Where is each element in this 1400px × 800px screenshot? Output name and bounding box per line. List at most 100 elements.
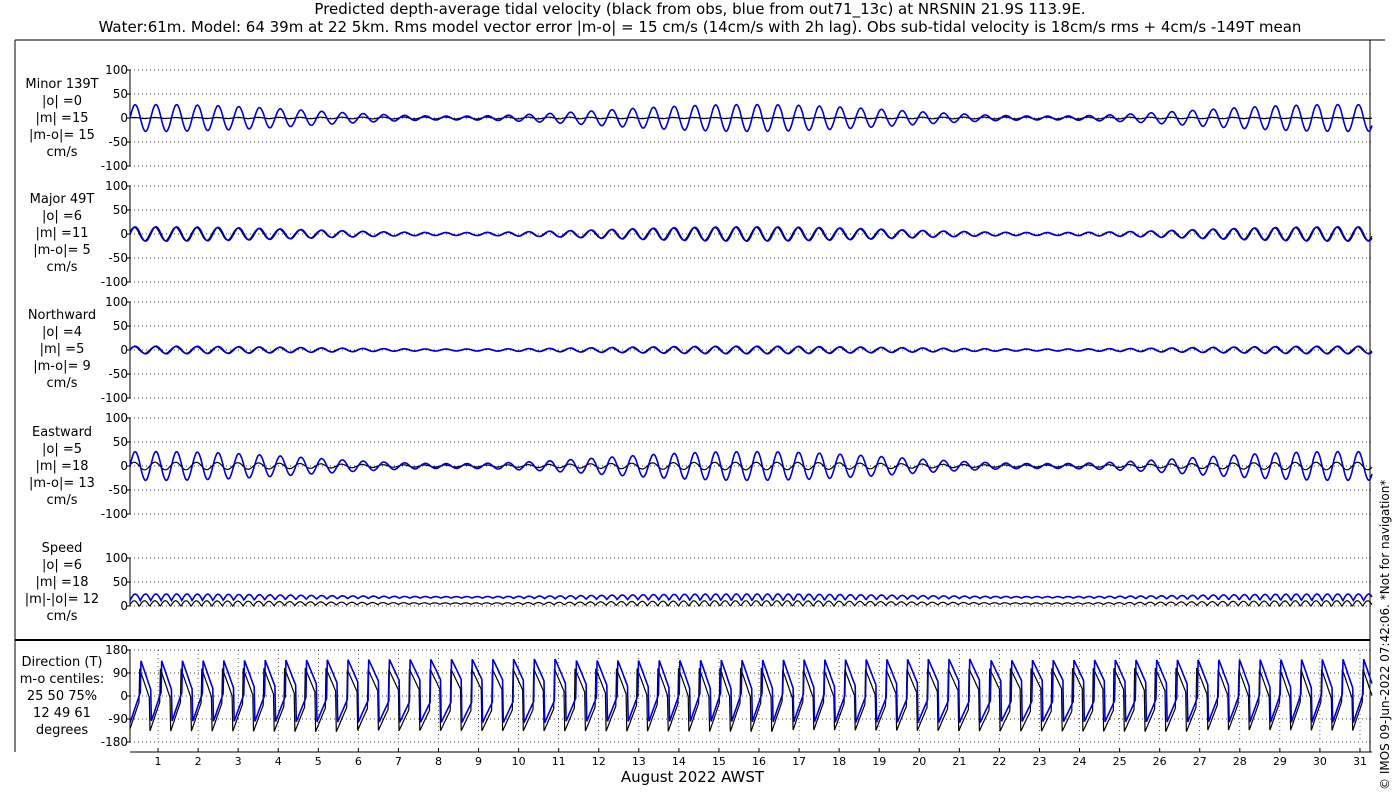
panel-major: 100 50 0 -50 -100 Major 49T |o| =6 |m| =11 |m-o|… bbox=[30, 179, 1373, 289]
xtick-label-22: 23 bbox=[1032, 755, 1046, 768]
xtick-label-1: 2 bbox=[195, 755, 202, 768]
ytick-label-major-1: 50 bbox=[113, 203, 128, 217]
panel-direction: 180 90 0 -90 -180 Direction (T) m-o centiles: 2… bbox=[20, 643, 1373, 749]
panel-label-direction-4: degrees bbox=[36, 723, 89, 738]
ytick-label-major-2: 0 bbox=[120, 227, 128, 241]
ytick-label-minor-0: 100 bbox=[105, 63, 128, 77]
ytick-label-major-4: -100 bbox=[101, 275, 128, 289]
panel-label-northward-4: cm/s bbox=[47, 376, 78, 391]
copyright-note: © IMOS 09-Jun-2022 07:42:06. *Not for na… bbox=[1378, 479, 1392, 790]
ytick-label-minor-1: 50 bbox=[113, 87, 128, 101]
xtick-label-19: 20 bbox=[912, 755, 926, 768]
ytick-label-northward-2: 0 bbox=[120, 343, 128, 357]
xtick-label-0: 1 bbox=[155, 755, 162, 768]
panel-label-speed-3: |m|-|o|= 12 bbox=[25, 592, 99, 607]
xtick-label-24: 25 bbox=[1113, 755, 1127, 768]
panel-label-eastward-3: |m-o|= 13 bbox=[29, 476, 95, 491]
xtick-label-13: 14 bbox=[672, 755, 686, 768]
ytick-label-direction-4: -180 bbox=[101, 735, 128, 749]
xtick-label-8: 9 bbox=[475, 755, 482, 768]
xtick-label-11: 12 bbox=[592, 755, 606, 768]
xtick-label-18: 19 bbox=[872, 755, 886, 768]
ytick-label-minor-4: -100 bbox=[101, 159, 128, 173]
xtick-label-16: 17 bbox=[792, 755, 806, 768]
ytick-label-northward-3: -50 bbox=[108, 367, 128, 381]
panel-label-eastward-2: |m| =18 bbox=[36, 459, 89, 474]
ytick-label-direction-0: 180 bbox=[105, 643, 128, 657]
ytick-label-northward-1: 50 bbox=[113, 319, 128, 333]
ytick-label-direction-2: 0 bbox=[120, 689, 128, 703]
xtick-label-23: 24 bbox=[1073, 755, 1087, 768]
xtick-label-6: 7 bbox=[395, 755, 402, 768]
ytick-label-eastward-3: -50 bbox=[108, 483, 128, 497]
ytick-label-northward-4: -100 bbox=[101, 391, 128, 405]
panel-label-minor-3: |m-o|= 15 bbox=[29, 128, 95, 143]
ytick-label-minor-2: 0 bbox=[120, 111, 128, 125]
panel-label-major-4: cm/s bbox=[47, 260, 78, 275]
panel-label-speed-2: |m| =18 bbox=[36, 575, 89, 590]
panel-label-speed-0: Speed bbox=[42, 541, 83, 556]
ytick-label-eastward-0: 100 bbox=[105, 411, 128, 425]
x-axis: 1 2 3 4 5 6 7 8 9 10 11 12 13 14 15 16 17 18 19 20 21 22 23 24 2… bbox=[130, 748, 1372, 768]
xtick-label-17: 18 bbox=[832, 755, 846, 768]
panel-label-major-2: |m| =11 bbox=[36, 226, 89, 241]
xtick-label-10: 11 bbox=[552, 755, 566, 768]
panel-label-direction-2: 25 50 75% bbox=[27, 689, 97, 704]
panel-northward: 100 50 0 -50 -100 Northward |o| =4 |m| =5 |m-o|=… bbox=[28, 295, 1373, 405]
panel-label-northward-0: Northward bbox=[28, 308, 96, 323]
panel-eastward: 100 50 0 -50 -100 Eastward |o| =5 |m| =18 |m-o|=… bbox=[29, 411, 1373, 521]
panel-label-major-3: |m-o|= 5 bbox=[33, 243, 91, 258]
ytick-label-speed-2: 0 bbox=[120, 599, 128, 613]
x-axis-label: August 2022 AWST bbox=[620, 768, 765, 786]
ytick-label-northward-0: 100 bbox=[105, 295, 128, 309]
xtick-label-7: 8 bbox=[435, 755, 442, 768]
panel-label-minor-1: |o| =0 bbox=[42, 94, 82, 109]
xtick-label-29: 30 bbox=[1313, 755, 1327, 768]
ytick-label-major-0: 100 bbox=[105, 179, 128, 193]
xtick-label-4: 5 bbox=[315, 755, 322, 768]
panel-label-eastward-1: |o| =5 bbox=[42, 442, 82, 457]
panel-label-direction-0: Direction (T) bbox=[22, 655, 103, 670]
ytick-label-direction-3: -90 bbox=[108, 712, 128, 726]
xtick-label-15: 16 bbox=[752, 755, 766, 768]
ytick-label-major-3: -50 bbox=[108, 251, 128, 265]
panel-label-major-1: |o| =6 bbox=[42, 209, 82, 224]
series-speed-model bbox=[129, 593, 1373, 603]
xtick-label-21: 22 bbox=[992, 755, 1006, 768]
xtick-label-2: 3 bbox=[235, 755, 242, 768]
xtick-label-25: 26 bbox=[1153, 755, 1167, 768]
xtick-label-28: 29 bbox=[1273, 755, 1287, 768]
ytick-label-direction-1: 90 bbox=[113, 666, 128, 680]
ytick-label-speed-1: 50 bbox=[113, 575, 128, 589]
panel-label-direction-3: 12 49 61 bbox=[33, 706, 91, 721]
xtick-label-9: 10 bbox=[512, 755, 526, 768]
panel-label-major-0: Major 49T bbox=[30, 192, 95, 207]
panel-label-speed-4: cm/s bbox=[47, 609, 78, 624]
panel-label-minor-4: cm/s bbox=[47, 145, 78, 160]
tidal-velocity-figure: 100500-50-100Minor 139T|o| =0|m| =15|m-o… bbox=[14, 39, 1385, 768]
panel-label-minor-0: Minor 139T bbox=[25, 77, 98, 92]
series-speed-obs bbox=[129, 600, 1373, 608]
ytick-label-eastward-4: -100 bbox=[101, 507, 128, 521]
ytick-label-eastward-1: 50 bbox=[113, 435, 128, 449]
ytick-label-minor-3: -50 bbox=[108, 135, 128, 149]
panel-label-minor-2: |m| =15 bbox=[36, 111, 89, 126]
panel-label-eastward-0: Eastward bbox=[32, 425, 92, 440]
panel-label-direction-1: m-o centiles: bbox=[20, 672, 105, 687]
panel-label-eastward-4: cm/s bbox=[47, 493, 78, 508]
xtick-label-26: 27 bbox=[1193, 755, 1207, 768]
panel-label-speed-1: |o| =6 bbox=[42, 558, 82, 573]
panel-speed: 100 50 0 Speed |o| =6 |m| =18 |m|-|o|= 12 cm/s bbox=[25, 541, 1373, 624]
ytick-label-eastward-2: 0 bbox=[120, 459, 128, 473]
ytick-label-speed-0: 100 bbox=[105, 551, 128, 565]
xtick-label-14: 15 bbox=[712, 755, 726, 768]
panel-label-northward-1: |o| =4 bbox=[42, 325, 82, 340]
xtick-label-12: 13 bbox=[632, 755, 646, 768]
xtick-label-20: 21 bbox=[952, 755, 966, 768]
panel-label-northward-2: |m| =5 bbox=[40, 342, 85, 357]
xtick-label-27: 28 bbox=[1233, 755, 1247, 768]
panel-minor: 100 50 0 -50 -100 Minor 139T |o| =0 |m| =15 |m-o… bbox=[25, 63, 1373, 173]
xtick-label-30: 31 bbox=[1353, 755, 1367, 768]
xtick-label-5: 6 bbox=[355, 755, 362, 768]
xtick-label-3: 4 bbox=[275, 755, 282, 768]
